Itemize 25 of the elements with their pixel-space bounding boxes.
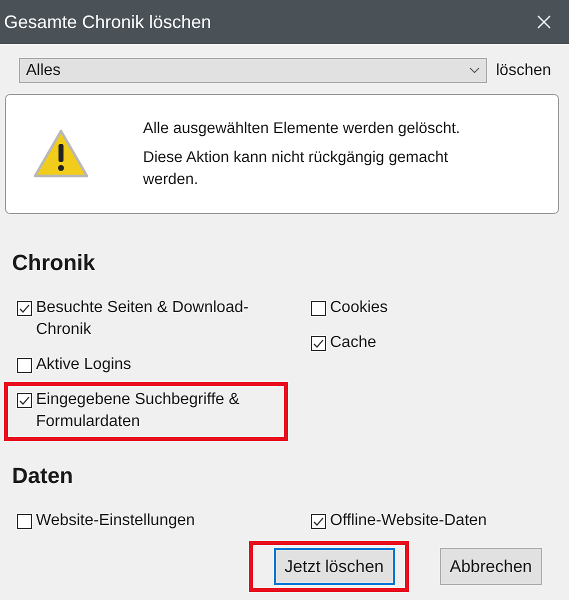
checkbox[interactable] bbox=[17, 301, 32, 316]
checkbox[interactable] bbox=[311, 301, 326, 316]
checkbox-label[interactable]: Website-Einstellungen bbox=[36, 510, 195, 532]
checkbox-label[interactable]: Offline-Website-Daten bbox=[330, 510, 487, 532]
checkbox[interactable] bbox=[311, 514, 326, 529]
range-dropdown[interactable]: Alles bbox=[19, 58, 487, 83]
warning-text: Diese Aktion kann nicht rückgängig gemacht werden. bbox=[143, 148, 450, 190]
window-title: Gesamte Chronik löschen bbox=[4, 12, 212, 32]
section-heading: Chronik bbox=[11, 250, 96, 276]
dialog-button[interactable]: Jetzt löschen bbox=[274, 548, 395, 585]
checkbox-label[interactable]: Aktive Logins bbox=[36, 354, 132, 376]
checkbox[interactable] bbox=[17, 358, 32, 373]
checkbox-label[interactable]: Cookies bbox=[330, 297, 388, 319]
close-icon[interactable] bbox=[537, 15, 551, 29]
warning-text: Alle ausgewählten Elemente werden gelöscht. bbox=[143, 118, 462, 138]
checkbox[interactable] bbox=[17, 514, 32, 529]
dialog-button[interactable]: Abbrechen bbox=[440, 548, 542, 585]
checkbox-label[interactable]: Besuchte Seiten & Download-Chronik bbox=[36, 297, 277, 341]
chevron-icon bbox=[469, 67, 480, 74]
checkbox-label[interactable]: Cache bbox=[330, 332, 376, 354]
checkbox[interactable] bbox=[311, 336, 326, 351]
checkbox[interactable] bbox=[17, 393, 32, 408]
section-heading: Daten bbox=[11, 463, 74, 489]
range-label: löschen bbox=[496, 62, 552, 80]
warning-icon bbox=[33, 129, 89, 179]
